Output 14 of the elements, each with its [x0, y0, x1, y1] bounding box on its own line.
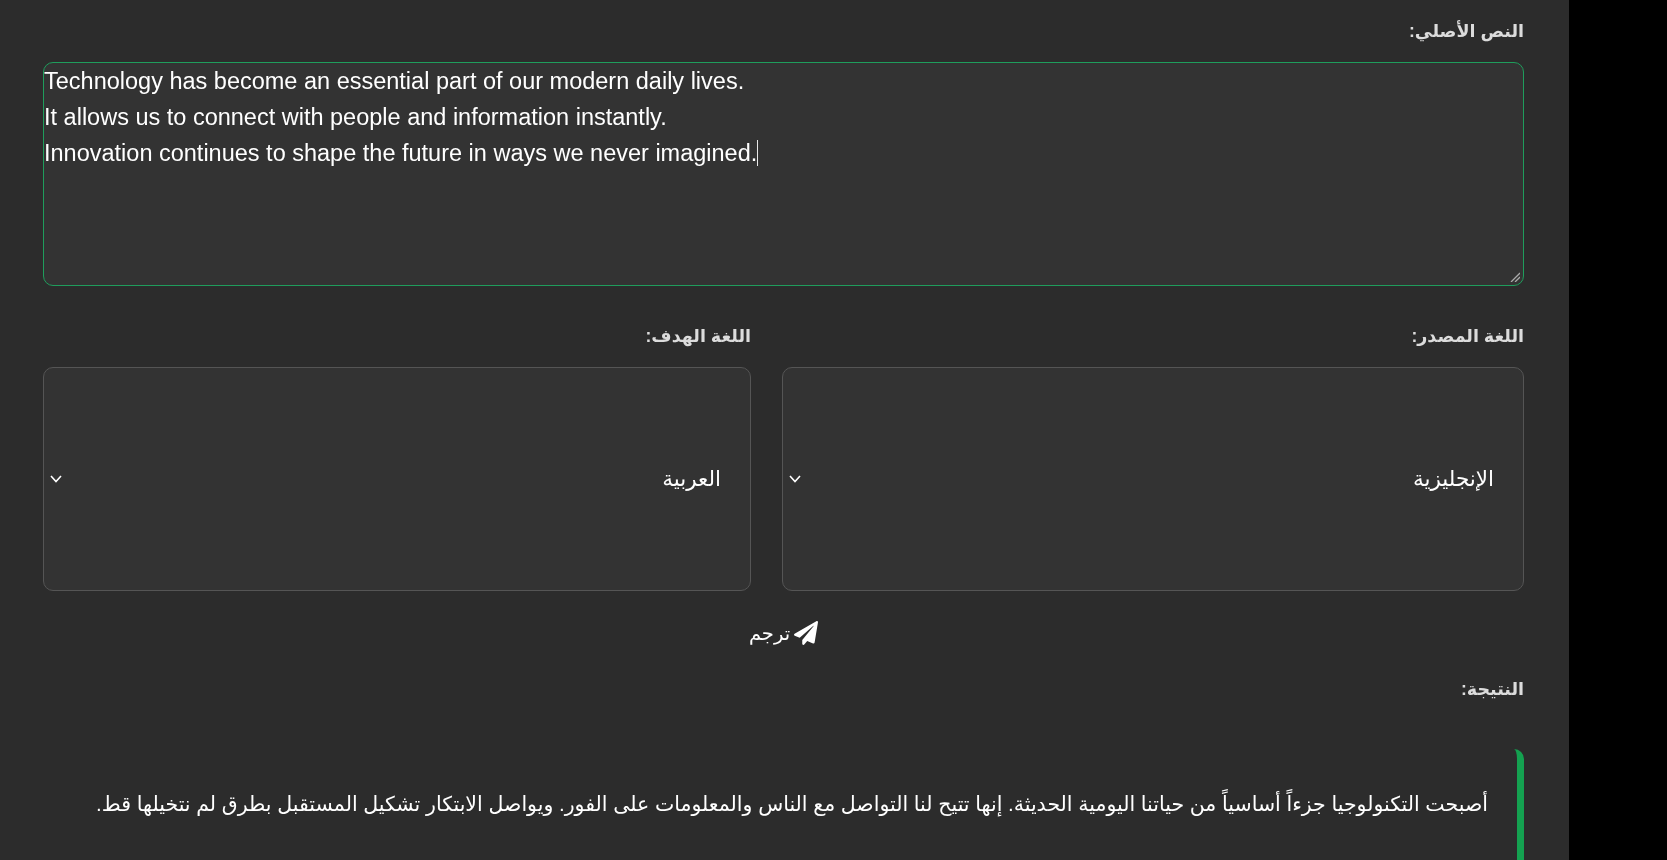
section-label: النتيجة: [1460, 678, 1524, 700]
translate-button[interactable]: ترجم [744, 615, 823, 651]
language-select[interactable]: الإنجليزية [782, 367, 1524, 591]
chevron-down-icon [789, 475, 801, 483]
field-label: اللغة المصدر: [1411, 325, 1524, 347]
language-select[interactable]: العربية [43, 367, 751, 591]
text-area[interactable]: Technology has become an essential part of our modern daily lives. It allows us to connect with people and information instantly. Innovation continues to shape the future in ways we never imagined. [43, 62, 1524, 286]
field-label: اللغة الهدف: [645, 325, 751, 347]
chevron-down-icon [50, 475, 62, 483]
field-label: النص الأصلي: [1408, 20, 1524, 42]
text-cursor [757, 140, 759, 166]
resize-grip-icon[interactable] [1510, 272, 1520, 282]
paper-plane-icon [794, 621, 819, 645]
result-text: أصبحت التكنولوجيا جزءاً أساسياً من حياتنا اليومية الحديثة. إنها تتيح لنا التواصل مع الناس والمعلومات على الفور. ويواصل الابتكار تشكيل المستقبل بطرق لم نتخيلها قط. [49, 789, 1488, 819]
